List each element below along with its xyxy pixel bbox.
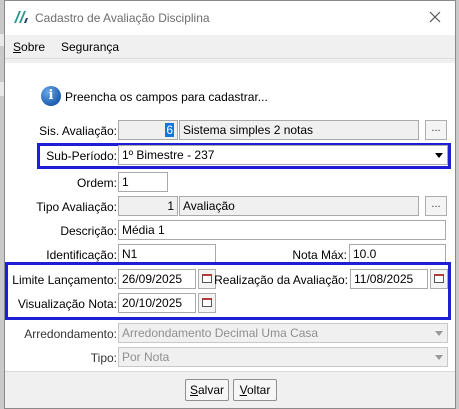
tipo-avaliacao-lookup-button[interactable]: ... bbox=[425, 196, 447, 216]
title-bar: Cadastro de Avaliação Disciplina bbox=[5, 1, 455, 35]
back-button-label: oltar bbox=[247, 383, 271, 397]
app-logo-icon bbox=[14, 11, 28, 23]
sub-periodo-label: Sub-Período: bbox=[46, 149, 117, 163]
form-panel: i Preencha os campos para cadastrar... S… bbox=[5, 63, 455, 371]
menu-bar: Sobre Segurança bbox=[5, 35, 455, 59]
identificacao-input[interactable]: N1 bbox=[118, 244, 216, 264]
menu-seguranca[interactable]: Segurança bbox=[61, 40, 119, 54]
dialog-window: Cadastro de Avaliação Disciplina Sobre S… bbox=[4, 0, 456, 409]
ordem-input[interactable]: 1 bbox=[118, 172, 168, 192]
menu-seguranca-label: Segurança bbox=[61, 40, 120, 54]
tipo-avaliacao-description-field: Avaliação bbox=[179, 196, 419, 216]
back-button-mnemonic: V bbox=[239, 383, 247, 397]
calendar-icon[interactable] bbox=[198, 293, 216, 313]
button-bar: Salvar Voltar bbox=[5, 371, 455, 408]
back-button[interactable]: Voltar bbox=[233, 379, 277, 401]
nota-max-label: Nota Máx: bbox=[292, 248, 347, 262]
limite-lancamento-input[interactable]: 26/09/2025 bbox=[118, 269, 196, 289]
chevron-down-icon bbox=[435, 355, 443, 360]
info-icon: i bbox=[41, 86, 61, 106]
tipo-select: Por Nota bbox=[118, 347, 448, 367]
descricao-label: Descrição: bbox=[60, 224, 117, 238]
close-icon[interactable] bbox=[425, 7, 445, 27]
limite-lancamento-label: Limite Lançamento: bbox=[12, 273, 117, 287]
descricao-input[interactable]: Média 1 bbox=[118, 220, 446, 240]
sub-periodo-value: 1º Bimestre - 237 bbox=[122, 148, 215, 162]
save-button[interactable]: Salvar bbox=[185, 379, 229, 401]
sis-avaliacao-code-value: 6 bbox=[165, 123, 174, 137]
arredondamento-label: Arredondamento: bbox=[24, 327, 117, 341]
sis-avaliacao-label: Sis. Avaliação: bbox=[39, 124, 117, 138]
menu-sobre-label: obre bbox=[21, 40, 46, 54]
menu-sobre-mnemonic: S bbox=[13, 40, 22, 54]
ordem-label: Ordem: bbox=[76, 176, 117, 190]
calendar-icon[interactable] bbox=[430, 269, 448, 289]
identificacao-label: Identificação: bbox=[46, 248, 117, 262]
chevron-down-icon bbox=[435, 331, 443, 336]
window-title: Cadastro de Avaliação Disciplina bbox=[35, 11, 210, 25]
info-message: Preencha os campos para cadastrar... bbox=[65, 90, 268, 104]
sis-avaliacao-lookup-button[interactable]: ... bbox=[425, 120, 447, 140]
tipo-value: Por Nota bbox=[122, 350, 170, 364]
visualizacao-nota-input[interactable]: 20/10/2025 bbox=[118, 293, 196, 313]
arredondamento-value: Arredondamento Decimal Uma Casa bbox=[122, 326, 319, 340]
tipo-label: Tipo: bbox=[90, 351, 117, 365]
arredondamento-select: Arredondamento Decimal Uma Casa bbox=[118, 323, 448, 343]
tipo-avaliacao-label: Tipo Avaliação: bbox=[36, 200, 117, 214]
visualizacao-nota-label: Visualização Nota: bbox=[17, 297, 117, 311]
save-button-label: alvar bbox=[198, 383, 225, 397]
realizacao-avaliacao-label: Realização da Avaliação: bbox=[214, 273, 348, 287]
save-button-mnemonic: S bbox=[189, 383, 198, 397]
sis-avaliacao-description-field: Sistema simples 2 notas bbox=[179, 120, 419, 140]
menu-sobre[interactable]: Sobre bbox=[13, 40, 45, 54]
sis-avaliacao-code-field[interactable]: 6 bbox=[118, 120, 178, 140]
sub-periodo-select[interactable]: 1º Bimestre - 237 bbox=[118, 145, 448, 165]
chevron-down-icon bbox=[435, 153, 443, 158]
tipo-avaliacao-code-field[interactable]: 1 bbox=[118, 196, 178, 216]
nota-max-input[interactable]: 10.0 bbox=[349, 244, 446, 264]
realizacao-avaliacao-input[interactable]: 11/08/2025 bbox=[350, 269, 428, 289]
